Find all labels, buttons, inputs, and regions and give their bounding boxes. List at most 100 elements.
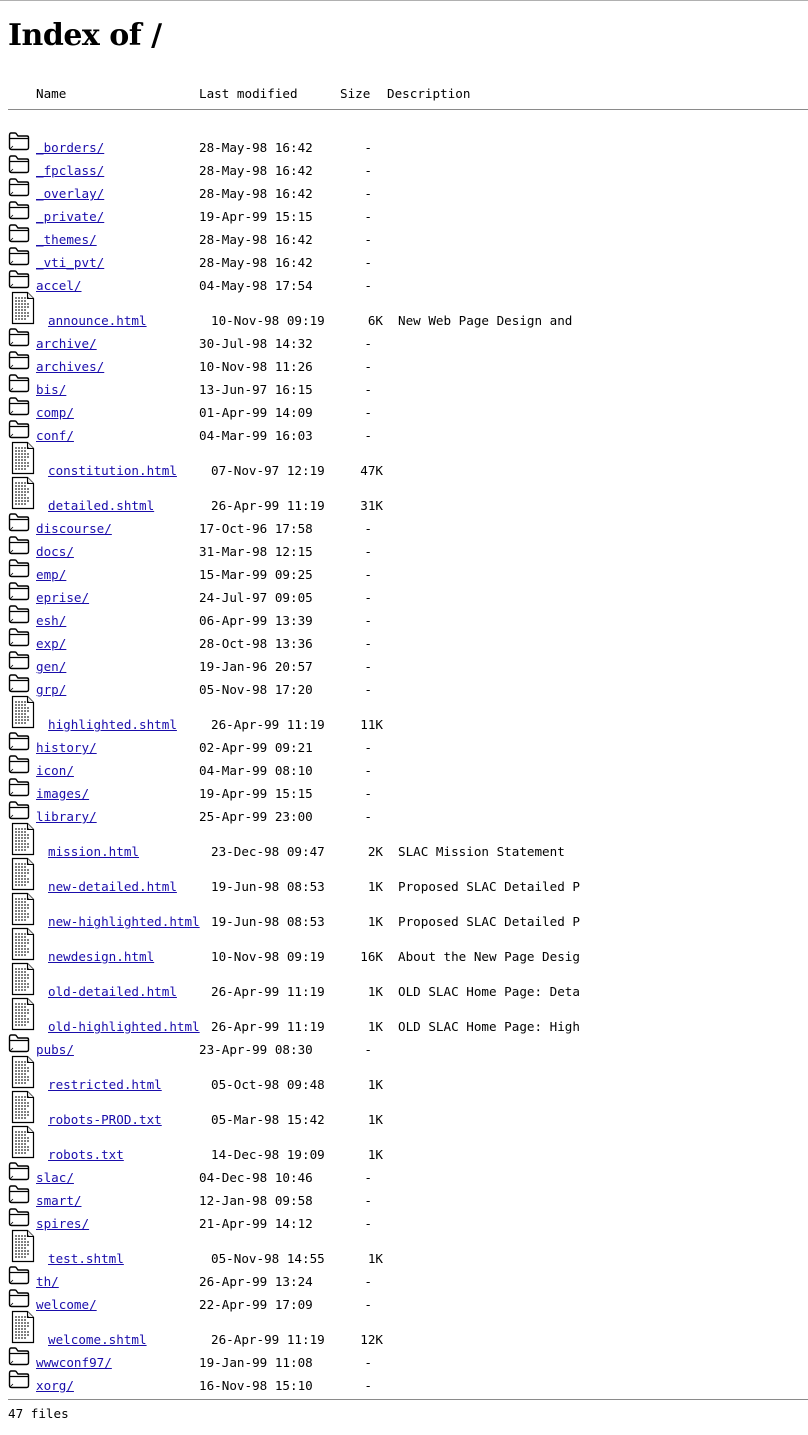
column-header-name[interactable]: Name [36, 86, 66, 101]
file-row: newdesign.html 10-Nov-98 09:19 16K About th… [0, 927, 808, 964]
page-title: Index of / [8, 18, 162, 53]
folder-icon[interactable] [8, 777, 30, 800]
folder-icon[interactable] [8, 419, 30, 442]
folder-icon[interactable] [8, 350, 30, 373]
folder-row: images/19-Apr-99 15:15- [0, 776, 808, 801]
folder-icon[interactable] [8, 1369, 30, 1392]
folder-row: _themes/28-May-98 16:42- [0, 222, 808, 247]
file-row: constitution.html 07-Nov-97 12:19 47K [0, 441, 808, 478]
document-icon[interactable] [8, 962, 36, 999]
folder-row: archives/10-Nov-98 11:26- [0, 349, 808, 374]
folder-icon[interactable] [8, 627, 30, 650]
folder-row: slac/04-Dec-98 10:46- [0, 1160, 808, 1185]
document-icon[interactable] [8, 1055, 36, 1092]
folder-icon[interactable] [8, 1346, 30, 1369]
folder-icon[interactable] [8, 1288, 30, 1311]
folder-icon[interactable] [8, 604, 30, 627]
folder-row: _overlay/28-May-98 16:42- [0, 176, 808, 201]
folder-link[interactable]: xorg/ [36, 1378, 74, 1394]
folder-row: _vti_pvt/28-May-98 16:42- [0, 245, 808, 270]
folder-row: archive/30-Jul-98 14:32- [0, 326, 808, 351]
document-icon[interactable] [8, 822, 36, 859]
column-header-last-modified[interactable]: Last modified [199, 86, 298, 101]
folder-row: discourse/17-Oct-96 17:58- [0, 511, 808, 536]
document-icon[interactable] [8, 1090, 36, 1127]
document-icon[interactable] [8, 476, 36, 513]
folder-icon[interactable] [8, 1033, 30, 1056]
folder-icon[interactable] [8, 558, 30, 581]
document-icon[interactable] [8, 1125, 36, 1162]
folder-row: accel/04-May-98 17:54- [0, 268, 808, 293]
file-row: restricted.html 05-Oct-98 09:48 1K [0, 1055, 808, 1092]
folder-icon[interactable] [8, 327, 30, 350]
folder-row: gen/19-Jan-96 20:57- [0, 649, 808, 674]
folder-row: _private/19-Apr-99 15:15- [0, 199, 808, 224]
folder-row: docs/31-Mar-98 12:15- [0, 534, 808, 559]
document-icon[interactable] [8, 1310, 36, 1347]
folder-row: exp/28-Oct-98 13:36- [0, 626, 808, 651]
file-row: robots-PROD.txt 05-Mar-98 15:42 1K [0, 1090, 808, 1127]
document-icon[interactable] [8, 291, 36, 328]
file-listing: _borders/28-May-98 16:42- _fpclass/28-May… [0, 130, 808, 1394]
file-row: old-highlighted.html 26-Apr-99 11:19 1K OLD… [0, 997, 808, 1034]
file-row: new-detailed.html 19-Jun-98 08:53 1K Propos… [0, 857, 808, 894]
folder-icon[interactable] [8, 396, 30, 419]
last-modified: 16-Nov-98 15:10 [199, 1378, 313, 1393]
folder-icon[interactable] [8, 154, 30, 177]
file-row: old-detailed.html 26-Apr-99 11:19 1K OLD SL… [0, 962, 808, 999]
folder-icon[interactable] [8, 246, 30, 269]
folder-icon[interactable] [8, 269, 30, 292]
document-icon[interactable] [8, 441, 36, 478]
folder-icon[interactable] [8, 223, 30, 246]
page-top-rule [0, 0, 808, 1]
folder-icon[interactable] [8, 650, 30, 673]
file-row: mission.html 23-Dec-98 09:47 2K SLAC Missio… [0, 822, 808, 859]
folder-icon[interactable] [8, 1184, 30, 1207]
folder-icon[interactable] [8, 373, 30, 396]
document-icon[interactable] [8, 857, 36, 894]
folder-row: spires/21-Apr-99 14:12- [0, 1206, 808, 1231]
file-row: robots.txt 14-Dec-98 19:09 1K [0, 1125, 808, 1162]
file-row: announce.html 10-Nov-98 09:19 6K New Web Pa… [0, 291, 808, 328]
file-count: 47 files [8, 1406, 69, 1421]
folder-icon[interactable] [8, 800, 30, 823]
folder-icon[interactable] [8, 177, 30, 200]
document-icon[interactable] [8, 1229, 36, 1266]
folder-row: _fpclass/28-May-98 16:42- [0, 153, 808, 178]
document-icon[interactable] [8, 997, 36, 1034]
folder-row: grp/05-Nov-98 17:20- [0, 672, 808, 697]
file-row: highlighted.shtml 26-Apr-99 11:19 11K [0, 695, 808, 732]
file-row: test.shtml 05-Nov-98 14:55 1K [0, 1229, 808, 1266]
file-row: detailed.shtml 26-Apr-99 11:19 31K [0, 476, 808, 513]
folder-icon[interactable] [8, 581, 30, 604]
folder-icon[interactable] [8, 535, 30, 558]
folder-row: wwwconf97/19-Jan-99 11:08- [0, 1345, 808, 1370]
column-header-description[interactable]: Description [387, 86, 470, 101]
folder-row: comp/01-Apr-99 14:09- [0, 395, 808, 420]
folder-row: library/25-Apr-99 23:00- [0, 799, 808, 824]
folder-row: _borders/28-May-98 16:42- [0, 130, 808, 155]
folder-row: smart/12-Jan-98 09:58- [0, 1183, 808, 1208]
file-row: new-highlighted.html 19-Jun-98 08:53 1K Pro… [0, 892, 808, 929]
folder-icon[interactable] [8, 1161, 30, 1184]
folder-row: eprise/24-Jul-97 09:05- [0, 580, 808, 605]
folder-icon[interactable] [8, 1265, 30, 1288]
file-size: - [364, 1378, 372, 1393]
folder-icon[interactable] [8, 131, 30, 154]
file-row: welcome.shtml 26-Apr-99 11:19 12K [0, 1310, 808, 1347]
folder-icon[interactable] [8, 1207, 30, 1230]
folder-icon[interactable] [8, 731, 30, 754]
folder-row: history/02-Apr-99 09:21- [0, 730, 808, 755]
folder-icon[interactable] [8, 200, 30, 223]
footer-divider [8, 1399, 808, 1400]
folder-row: conf/04-Mar-99 16:03- [0, 418, 808, 443]
document-icon[interactable] [8, 695, 36, 732]
folder-icon[interactable] [8, 754, 30, 777]
folder-row: icon/04-Mar-99 08:10- [0, 753, 808, 778]
column-header-size[interactable]: Size [340, 86, 370, 101]
folder-icon[interactable] [8, 673, 30, 696]
folder-row: xorg/16-Nov-98 15:10 - [0, 1368, 808, 1394]
folder-icon[interactable] [8, 512, 30, 535]
document-icon[interactable] [8, 892, 36, 929]
document-icon[interactable] [8, 927, 36, 964]
